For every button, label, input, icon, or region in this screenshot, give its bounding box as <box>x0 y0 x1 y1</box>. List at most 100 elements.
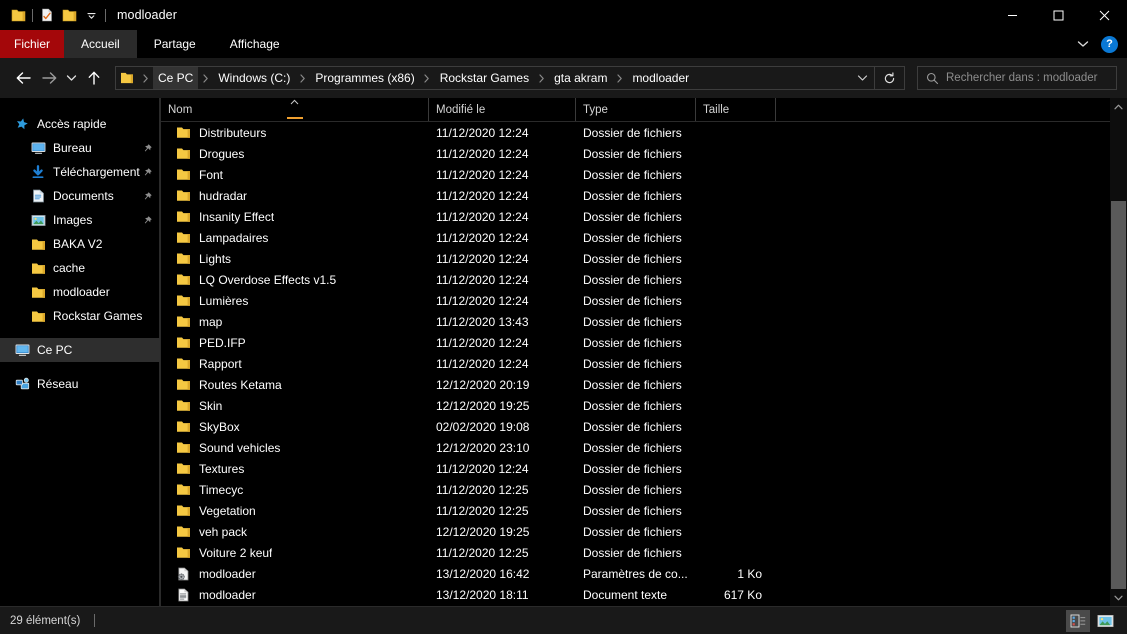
table-row[interactable]: Drogues 11/12/2020 12:24 Dossier de fichie… <box>161 143 1127 164</box>
breadcrumb-separator-icon-3[interactable] <box>420 73 435 83</box>
cell-type: Dossier de fichiers <box>583 188 682 203</box>
breadcrumb-item-modloader[interactable]: modloader <box>627 67 694 89</box>
breadcrumb-separator-icon-2[interactable] <box>295 73 310 83</box>
cell-name: modloader <box>161 588 429 602</box>
table-row[interactable]: Timecyc 11/12/2020 12:25 Dossier de fichie… <box>161 479 1127 500</box>
sidebar-item-reseau[interactable]: Réseau <box>0 372 160 396</box>
cell-type: Dossier de fichiers <box>583 377 682 392</box>
table-row[interactable]: PED.IFP 11/12/2020 12:24 Dossier de fichie… <box>161 332 1127 353</box>
cell-type: Dossier de fichiers <box>583 335 682 350</box>
breadcrumb[interactable]: Ce PC Windows (C:) Programmes (x86) Rock… <box>115 66 905 90</box>
breadcrumb-item-gta-akram[interactable]: gta akram <box>549 67 612 89</box>
column-header-modifie-le[interactable]: Modifié le <box>429 98 576 121</box>
forward-button[interactable] <box>36 65 62 91</box>
scroll-down-button[interactable] <box>1110 589 1127 606</box>
new-folder-icon[interactable] <box>58 4 80 26</box>
breadcrumb-separator-icon-1[interactable] <box>198 73 213 83</box>
column-header-nom[interactable]: Nom <box>161 98 429 121</box>
file-name-label: Distributeurs <box>199 125 267 140</box>
folder-icon <box>173 252 193 265</box>
pin-icon[interactable] <box>140 167 154 178</box>
breadcrumb-dropdown-chevron-down-icon[interactable] <box>850 74 874 82</box>
table-row[interactable]: SkyBox 02/02/2020 19:08 Dossier de fichier… <box>161 416 1127 437</box>
minimize-button[interactable] <box>989 0 1035 30</box>
scrollbar-thumb[interactable] <box>1111 201 1126 589</box>
sidebar-item-images[interactable]: Images <box>0 208 160 232</box>
breadcrumb-item-rockstar-games[interactable]: Rockstar Games <box>435 67 534 89</box>
folder-icon <box>173 189 193 202</box>
table-row[interactable]: LQ Overdose Effects v1.5 11/12/2020 12:24… <box>161 269 1127 290</box>
text-file-icon <box>173 588 193 602</box>
sidebar-item-ce-pc[interactable]: Ce PC <box>0 338 160 362</box>
sidebar-item-bureau[interactable]: Bureau <box>0 136 160 160</box>
tab-fichier[interactable]: Fichier <box>0 30 65 58</box>
breadcrumb-item-windows-c[interactable]: Windows (C:) <box>213 67 295 89</box>
chevron-down-icon[interactable] <box>80 4 102 26</box>
close-button[interactable] <box>1081 0 1127 30</box>
search-placeholder: Rechercher dans : modloader <box>946 72 1098 84</box>
pin-icon[interactable] <box>140 191 154 202</box>
sidebar-item-documents[interactable]: Documents <box>0 184 160 208</box>
breadcrumb-item-programmes[interactable]: Programmes (x86) <box>310 67 419 89</box>
vertical-scrollbar[interactable] <box>1110 98 1127 606</box>
breadcrumb-separator-icon[interactable] <box>138 73 153 83</box>
breadcrumb-separator-icon-4[interactable] <box>534 73 549 83</box>
breadcrumb-item-ce-pc[interactable]: Ce PC <box>153 67 199 89</box>
tab-affichage[interactable]: Affichage <box>213 30 297 58</box>
folder-icon[interactable] <box>7 4 29 26</box>
tab-accueil[interactable]: Accueil <box>64 30 137 58</box>
folder-icon <box>173 546 193 559</box>
table-row[interactable]: Skin 12/12/2020 19:25 Dossier de fichiers <box>161 395 1127 416</box>
table-row[interactable]: Sound vehicles 12/12/2020 23:10 Dossier de… <box>161 437 1127 458</box>
table-row[interactable]: veh pack 12/12/2020 19:25 Dossier de fichi… <box>161 521 1127 542</box>
pin-icon[interactable] <box>140 215 154 226</box>
table-row[interactable]: Lampadaires 11/12/2020 12:24 Dossier de fi… <box>161 227 1127 248</box>
properties-icon[interactable] <box>36 4 58 26</box>
breadcrumb-separator-icon-5[interactable] <box>612 73 627 83</box>
sidebar-item-acces-rapide[interactable]: Accès rapide <box>0 112 160 136</box>
table-row[interactable]: Textures 11/12/2020 12:24 Dossier de fichi… <box>161 458 1127 479</box>
table-row[interactable]: Lights 11/12/2020 12:24 Dossier de fichier… <box>161 248 1127 269</box>
table-row[interactable]: Insanity Effect 11/12/2020 12:24 Dossier d… <box>161 206 1127 227</box>
scrollbar-track[interactable] <box>1110 115 1127 589</box>
sidebar-item-telechargements[interactable]: Téléchargements <box>0 160 160 184</box>
table-row[interactable]: modloader 13/12/2020 18:11 Document texte 6… <box>161 584 1127 605</box>
table-row[interactable]: Voiture 2 keuf 11/12/2020 12:25 Dossier de… <box>161 542 1127 563</box>
table-row[interactable]: hudradar 11/12/2020 12:24 Dossier de fichi… <box>161 185 1127 206</box>
refresh-icon[interactable] <box>874 67 904 89</box>
tab-partage[interactable]: Partage <box>137 30 213 58</box>
help-icon[interactable]: ? <box>1101 35 1118 53</box>
search-icon <box>918 72 946 85</box>
cell-type: Dossier de fichiers <box>583 482 682 497</box>
column-header-filler <box>776 98 1127 121</box>
up-button[interactable] <box>81 65 107 91</box>
expand-ribbon-chevron-down-icon[interactable] <box>1074 35 1092 53</box>
sidebar-item-cache[interactable]: cache <box>0 256 160 280</box>
details-view-icon[interactable] <box>1066 609 1090 632</box>
table-row[interactable]: Vegetation 11/12/2020 12:25 Dossier de fic… <box>161 500 1127 521</box>
table-row[interactable]: Font 11/12/2020 12:24 Dossier de fichiers <box>161 164 1127 185</box>
sidebar-item-baka-v2[interactable]: BAKA V2 <box>0 232 160 256</box>
pin-icon[interactable] <box>140 143 154 154</box>
column-header-taille[interactable]: Taille <box>696 98 776 121</box>
table-row[interactable]: Lumières 11/12/2020 12:24 Dossier de fichi… <box>161 290 1127 311</box>
file-name-label: LQ Overdose Effects v1.5 <box>199 272 337 287</box>
file-rows[interactable]: Distributeurs 11/12/2020 12:24 Dossier de … <box>161 122 1127 606</box>
table-row[interactable]: modloader 13/12/2020 16:42 Paramètres de c… <box>161 563 1127 584</box>
address-bar: Ce PC Windows (C:) Programmes (x86) Rock… <box>0 58 1127 98</box>
large-icons-view-icon[interactable] <box>1093 610 1117 632</box>
table-row[interactable]: Routes Ketama 12/12/2020 20:19 Dossier de … <box>161 374 1127 395</box>
recent-locations-chevron-down-icon[interactable] <box>62 65 81 91</box>
column-header-type[interactable]: Type <box>576 98 696 121</box>
table-row[interactable]: map 11/12/2020 13:43 Dossier de fichiers <box>161 311 1127 332</box>
table-row[interactable]: Distributeurs 11/12/2020 12:24 Dossier de … <box>161 122 1127 143</box>
sidebar-item-modloader[interactable]: modloader <box>0 280 160 304</box>
sidebar-item-rockstar-games[interactable]: Rockstar Games <box>0 304 160 328</box>
table-row[interactable]: Rapport 11/12/2020 12:24 Dossier de fichie… <box>161 353 1127 374</box>
maximize-button[interactable] <box>1035 0 1081 30</box>
scroll-up-button[interactable] <box>1110 98 1127 115</box>
cell-type: Dossier de fichiers <box>583 398 682 413</box>
folder-icon <box>173 462 193 475</box>
search-input[interactable]: Rechercher dans : modloader <box>917 66 1117 90</box>
back-button[interactable] <box>10 65 36 91</box>
